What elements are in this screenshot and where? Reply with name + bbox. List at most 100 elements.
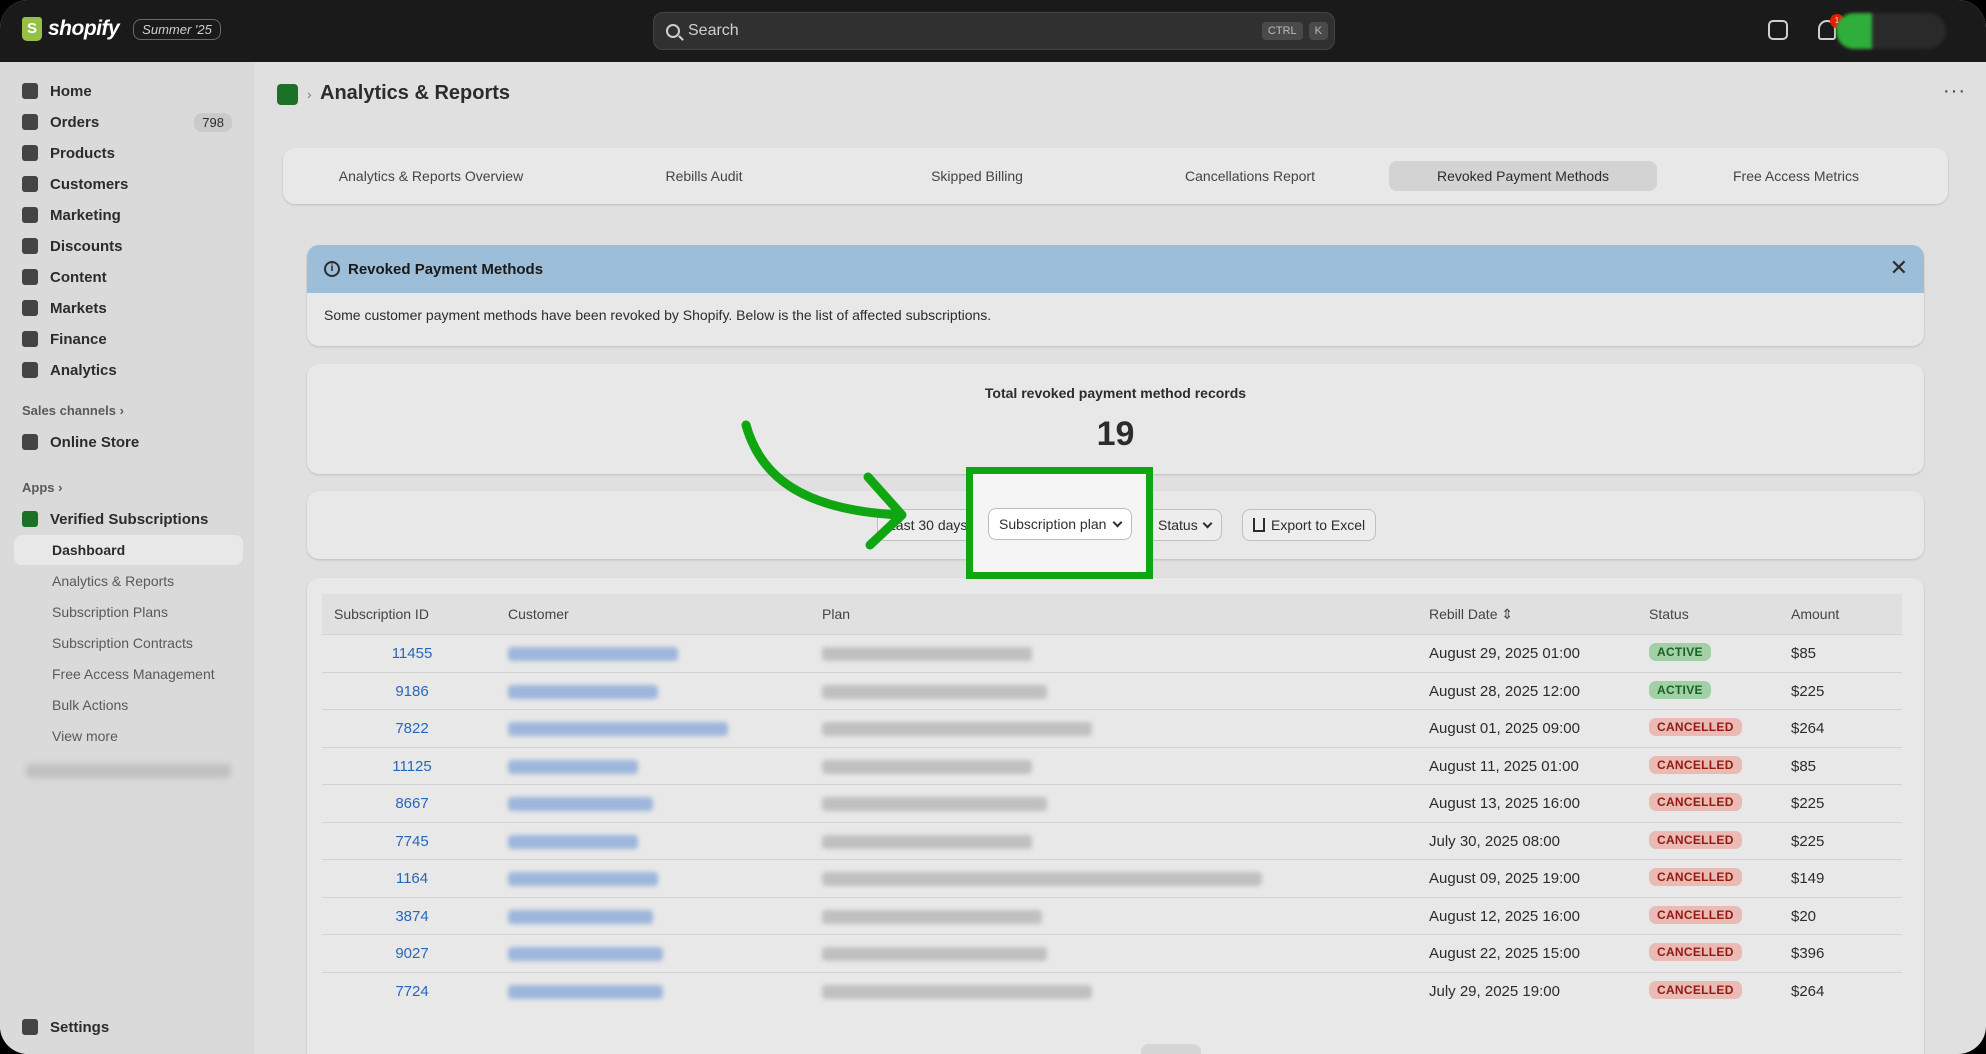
col-subscription-id[interactable]: Subscription ID [334, 606, 429, 622]
sidebar-item-discounts[interactable]: Discounts [22, 231, 244, 261]
avatar[interactable] [1836, 13, 1946, 49]
amount: $225 [1791, 795, 1825, 812]
sidebar-item-analytics[interactable]: Analytics [22, 355, 244, 385]
sidebar-item-verified-subscriptions[interactable]: Verified Subscriptions [22, 504, 244, 534]
sidebar-item-home[interactable]: Home [22, 76, 244, 106]
subscription-id-link[interactable]: 11455 [352, 645, 472, 662]
status-badge: CANCELLED [1649, 980, 1742, 999]
subscription-plan-filter[interactable]: Subscription plan [988, 508, 1133, 540]
customer-email-link[interactable] [508, 684, 658, 699]
sidebar-item-online-store[interactable]: Online Store [22, 427, 244, 457]
col-amount[interactable]: Amount [1791, 606, 1839, 622]
col-customer[interactable]: Customer [508, 606, 569, 622]
close-icon[interactable]: ✕ [1890, 255, 1908, 281]
tab-revoked-payment-methods[interactable]: Revoked Payment Methods [1389, 161, 1657, 191]
sidebar-item-customers[interactable]: Customers [22, 169, 244, 199]
table-row[interactable]: 11455 August 29, 2025 01:00 ACTIVE $85 [322, 634, 1902, 671]
status-filter[interactable]: Status [1147, 509, 1222, 541]
amount: $85 [1791, 757, 1817, 775]
table-row[interactable]: 7822 August 01, 2025 09:00 CANCELLED $264 [322, 709, 1902, 746]
tab-overview[interactable]: Analytics & Reports Overview [297, 161, 565, 191]
search-bar[interactable]: Search CTRL K [653, 12, 1335, 50]
status-badge: CANCELLED [1649, 868, 1742, 886]
sidebar-item-free-access[interactable]: Free Access Management [52, 666, 215, 682]
customer-email-link[interactable] [508, 759, 638, 774]
status-badge: CANCELLED [1649, 718, 1742, 736]
app-icon [22, 511, 38, 527]
banner-text: Some customer payment methods have been … [324, 307, 992, 323]
sidebar-item-settings[interactable]: Settings [22, 1012, 244, 1042]
shopify-bag-icon [22, 17, 42, 41]
customer-email-link[interactable] [508, 909, 653, 924]
table-row[interactable]: 7745 July 30, 2025 08:00 CANCELLED $225 [322, 821, 1902, 859]
col-status[interactable]: Status [1649, 606, 1689, 622]
search-placeholder: Search [688, 22, 739, 39]
tab-cancellations[interactable]: Cancellations Report [1116, 161, 1384, 191]
shortcut-ctrl: CTRL [1261, 22, 1303, 40]
amount: $85 [1791, 645, 1817, 662]
subscription-id-link[interactable]: 7724 [352, 983, 472, 1000]
customer-email-link[interactable] [508, 984, 663, 999]
customer-email-link[interactable] [508, 797, 653, 811]
rebill-date: August 01, 2025 09:00 [1429, 720, 1580, 737]
apps-heading[interactable]: Apps › [22, 480, 62, 495]
page-title: Analytics & Reports [320, 82, 511, 104]
table-row[interactable]: 9027 August 22, 2025 15:00 CANCELLED $396 [322, 934, 1902, 971]
tab-free-access-metrics[interactable]: Free Access Metrics [1662, 161, 1930, 191]
sidebar-item-bulk-actions[interactable]: Bulk Actions [52, 697, 128, 713]
rebill-date: August 12, 2025 16:00 [1429, 907, 1580, 925]
subscription-id-link[interactable]: 11125 [352, 758, 472, 775]
sidebar-item-marketing[interactable]: Marketing [22, 200, 244, 230]
col-rebill-date[interactable]: Rebill Date ⇕ [1429, 606, 1513, 623]
subscription-id-link[interactable]: 1164 [352, 870, 472, 887]
bell-icon[interactable]: 1 [1818, 14, 1844, 40]
subscription-id-link[interactable]: 3874 [352, 908, 472, 925]
table-row[interactable]: 1164 August 09, 2025 19:00 CANCELLED $149 [322, 859, 1902, 896]
tab-skipped-billing[interactable]: Skipped Billing [843, 161, 1111, 191]
chart-icon [22, 362, 38, 378]
table-row[interactable]: 9186 August 28, 2025 12:00 ACTIVE $225 [322, 671, 1902, 709]
table-row[interactable]: 3874 August 12, 2025 16:00 CANCELLED $20 [322, 896, 1902, 934]
subscription-id-link[interactable]: 7745 [352, 833, 472, 850]
sidebar-item-markets[interactable]: Markets [22, 293, 244, 323]
prev-page-icon[interactable]: ‹ [1154, 1050, 1159, 1054]
more-actions-icon[interactable]: ··· [1943, 80, 1966, 103]
sidebar-item-orders[interactable]: Orders 798 [22, 107, 244, 137]
info-icon: i [324, 261, 340, 277]
table-row[interactable]: 8667 August 13, 2025 16:00 CANCELLED $225 [322, 784, 1902, 821]
rebill-date: August 11, 2025 01:00 [1429, 757, 1579, 775]
customer-email-link[interactable] [508, 647, 678, 661]
info-banner: i Revoked Payment Methods ✕ Some custome… [307, 245, 1924, 346]
col-plan[interactable]: Plan [822, 606, 850, 622]
subscription-id-link[interactable]: 8667 [352, 795, 472, 812]
sales-channels-heading[interactable]: Sales channels › [22, 403, 124, 418]
table-row[interactable]: 11125 August 11, 2025 01:00 CANCELLED $85 [322, 746, 1902, 784]
sidebar-item-dashboard[interactable]: Dashboard [52, 542, 125, 558]
customer-email-link[interactable] [508, 872, 658, 886]
sidebar-item-analytics-reports[interactable]: Analytics & Reports [52, 573, 174, 589]
sidebar-item-content[interactable]: Content [22, 262, 244, 292]
export-excel-button[interactable]: Export to Excel [1242, 509, 1377, 541]
table-row[interactable]: 7724 July 29, 2025 19:00 CANCELLED $264 [322, 971, 1902, 1009]
customer-email-link[interactable] [508, 947, 663, 961]
sidekick-icon[interactable] [1768, 20, 1788, 40]
customer-email-link[interactable] [508, 722, 728, 736]
subscription-id-link[interactable]: 9186 [352, 683, 472, 700]
next-page-icon[interactable]: › [1184, 1050, 1189, 1054]
sidebar-item-subscription-contracts[interactable]: Subscription Contracts [52, 635, 193, 651]
blurred-sidebar-item [26, 764, 231, 778]
tab-rebills-audit[interactable]: Rebills Audit [570, 161, 838, 191]
sidebar-item-view-more[interactable]: View more [52, 728, 118, 744]
rebill-date: August 13, 2025 16:00 [1429, 795, 1580, 812]
rebill-date: August 09, 2025 19:00 [1429, 870, 1580, 887]
subscription-id-link[interactable]: 9027 [352, 945, 472, 962]
stat-card: Total revoked payment method records 19 [307, 364, 1924, 474]
sidebar-item-products[interactable]: Products [22, 138, 244, 168]
plan-name [822, 984, 1092, 999]
sidebar-item-subscription-plans[interactable]: Subscription Plans [52, 604, 168, 620]
shopify-logo[interactable]: shopify Summer '25 [22, 17, 221, 41]
sidebar-item-finance[interactable]: Finance [22, 324, 244, 354]
subscription-id-link[interactable]: 7822 [352, 720, 472, 737]
sort-icon: ⇕ [1501, 606, 1514, 622]
customer-email-link[interactable] [508, 834, 638, 849]
